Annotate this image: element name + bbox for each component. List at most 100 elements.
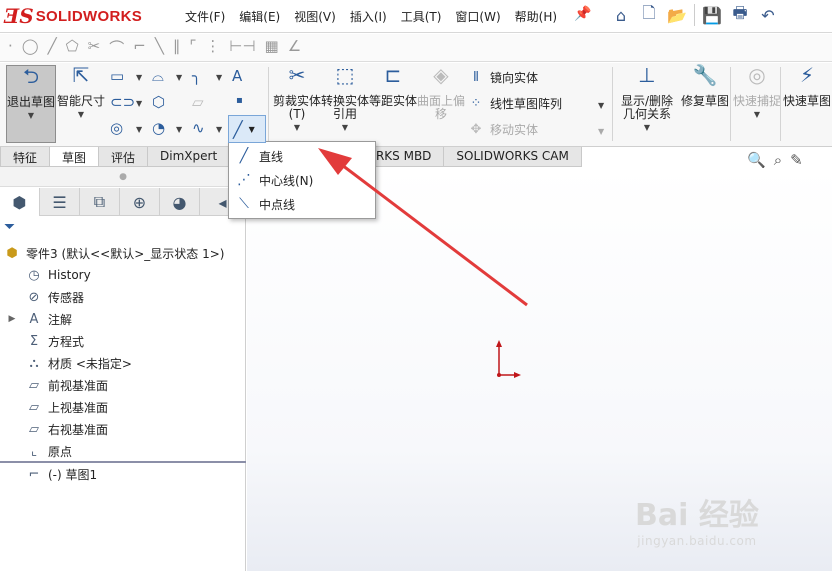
rectangle-icon[interactable]: ▭ [110,67,124,85]
menu-window[interactable]: 窗口(W) [448,6,507,27]
surface-offset-button[interactable]: ◈ 曲面上偏移 [416,65,466,143]
tab-dimxpert[interactable]: DimXpert [147,147,231,167]
chevron-down-icon[interactable]: ▼ [216,125,222,134]
dimxpert-manager-tab-icon[interactable]: ⊕ [120,188,160,216]
chevron-down-icon[interactable]: ▼ [176,73,182,82]
feature-manager-tab-icon[interactable]: ⬢ [0,188,40,216]
graphics-area[interactable]: 🔍 ⌕ ✎ Bai 经验 jingyan.baidu.com [247,151,832,571]
save-icon[interactable]: 💾 [701,3,723,27]
polyline-icon[interactable]: ⌓ [152,67,164,85]
quick-snaps-button[interactable]: ◎ 快速捕捉 ▼ [732,65,782,143]
tree-item-sensors[interactable]: ⊘ 传感器 [10,286,256,308]
exit-sketch-button[interactable]: ⮌ 退出草图 ▼ [6,65,56,143]
circle-icon[interactable]: ◯ [22,37,39,58]
flyout-item-centerline[interactable]: ⋰ 中心线(N) [229,168,375,192]
new-document-icon[interactable]: 🗋 [638,3,660,27]
line-icon[interactable]: ╱ [48,37,57,58]
expand-arrow-icon[interactable]: ▶ [0,314,24,324]
home-icon[interactable]: ⌂ [610,3,632,27]
material-icon: ⛬ [29,355,39,371]
solidworks-logo[interactable]: ƎS SOLIDWORKS [4,4,142,28]
undo-icon[interactable]: ↶ [757,3,779,27]
chevron-down-icon[interactable]: ▼ [136,125,142,134]
linear-pattern-button[interactable]: ⁘ 线性草图阵列 [468,95,562,112]
exit-sketch-label: 退出草图 [7,95,56,109]
repair-sketch-button[interactable]: 🔧 修复草图 [680,65,730,143]
trim-icon[interactable]: ✂ [88,37,101,58]
chevron-down-icon[interactable]: ▼ [598,127,604,136]
display-delete-relations-button[interactable]: ⊥ 显示/删除几何关系 ▼ [616,65,678,143]
menu-view[interactable]: 视图(V) [287,6,343,27]
flyout-item-line[interactable]: ╱ 直线 [229,144,375,168]
tab-sketch[interactable]: 草图 [49,147,100,167]
tree-item-top-plane[interactable]: ▱ 上视基准面 [10,396,256,418]
parallel-icon[interactable]: ∥ [173,37,181,58]
angle-icon[interactable]: ∠ [288,37,301,58]
spline-icon[interactable]: ∿ [192,119,205,137]
part-icon: ⬢ [6,245,18,261]
quick-snaps-label: 快速捕捉 [732,94,781,108]
hexagon-icon[interactable]: ⬡ [152,93,165,111]
circle-tool-icon[interactable]: ◎ [110,119,123,137]
tree-item-equations[interactable]: Σ 方程式 [10,330,256,352]
display-manager-tab-icon[interactable]: ◕ [160,188,200,216]
menu-insert[interactable]: 插入(I) [343,6,394,27]
corner-icon[interactable]: ⌜ [189,37,196,58]
tree-item-front-plane[interactable]: ▱ 前视基准面 [10,374,256,396]
arc-tool-icon[interactable]: ◔ [152,119,165,137]
point-small-icon[interactable]: ▪ [236,95,243,106]
line-tool-button[interactable]: ╱ ▼ [228,115,266,143]
fillet-icon[interactable]: ⌐ [133,37,146,58]
tree-item-annotations[interactable]: ▶ A 注解 [0,308,246,330]
tree-item-right-plane[interactable]: ▱ 右视基准面 [10,418,256,440]
mirror-entities-button[interactable]: ⫴ 镜向实体 [468,69,538,86]
filter-icon[interactable]: ⏷ [4,219,15,235]
dimension-icon[interactable]: ⊢⊣ [229,37,255,58]
smart-dimension-button[interactable]: ⇱ 智能尺寸 ▼ [56,65,106,143]
chevron-down-icon[interactable]: ▼ [216,73,222,82]
sketch-fillet-icon[interactable]: ╮ [192,67,201,85]
tree-item-sketch1[interactable]: ⌐ (-) 草图1 [10,463,256,485]
chevron-down-icon[interactable]: ▼ [136,73,142,82]
slot-icon[interactable]: ⊂⊃ [110,93,135,111]
print-icon[interactable]: 🖶 [729,3,751,27]
arc-icon[interactable]: ⌒ [109,37,124,58]
offset-entities-button[interactable]: ⊏ 等距实体 [368,65,418,143]
previous-view-icon[interactable]: ✎ [790,151,803,169]
menu-help[interactable]: 帮助(H) [508,6,564,27]
configuration-manager-tab-icon[interactable]: ⧉ [80,188,120,216]
chevron-down-icon[interactable]: ▼ [176,125,182,134]
open-folder-icon[interactable]: 📂 [666,3,688,27]
repair-sketch-label: 修复草图 [680,94,729,108]
point-icon[interactable]: · [8,37,13,58]
tab-evaluate[interactable]: 评估 [98,147,149,167]
grid-icon[interactable]: ▦ [265,37,279,58]
plane-icon[interactable]: ▱ [192,93,204,111]
menu-file[interactable]: 文件(F) [178,6,232,27]
zoom-fit-icon[interactable]: 🔍 [747,151,766,169]
tree-root-part[interactable]: ⬢ 零件3 (默认<<默认>_显示状态 1>) [2,242,248,264]
menu-tools[interactable]: 工具(T) [394,6,449,27]
trim-entities-button[interactable]: ✂ 剪裁实体(T) ▼ [272,65,322,143]
construction-line-icon[interactable]: ╲ [155,37,164,58]
tree-item-material[interactable]: ⛬ 材质 <未指定> [10,352,256,374]
move-entities-button[interactable]: ✥ 移动实体 [468,121,538,138]
zoom-area-icon[interactable]: ⌕ [774,151,782,169]
text-icon[interactable]: A [232,67,242,85]
tab-cam[interactable]: SOLIDWORKS CAM [443,147,582,167]
flyout-item-midpoint-line[interactable]: ⟍ 中点线 [229,192,375,216]
polygon-icon[interactable]: ⬠ [66,37,79,58]
chevron-down-icon[interactable]: ▼ [598,101,604,110]
collapse-handle[interactable]: ● [0,167,246,187]
property-manager-tab-icon[interactable]: ☰ [40,188,80,216]
dashed-rect-icon[interactable]: ⋮ [205,37,220,58]
chevron-down-icon[interactable]: ▼ [136,99,142,108]
convert-entities-button[interactable]: ⬚ 转换实体引用 ▼ [320,65,370,143]
pin-icon[interactable]: 📌 [574,6,591,22]
tree-item-origin[interactable]: ⌞ 原点 [10,440,256,462]
tree-item-history[interactable]: ◷ History [10,264,256,286]
tab-features[interactable]: 特征 [0,147,51,167]
menu-edit[interactable]: 编辑(E) [232,6,287,27]
quick-snaps-icon: ◎ [748,63,766,87]
rapid-sketch-button[interactable]: ⚡ 快速草图 [782,65,832,143]
